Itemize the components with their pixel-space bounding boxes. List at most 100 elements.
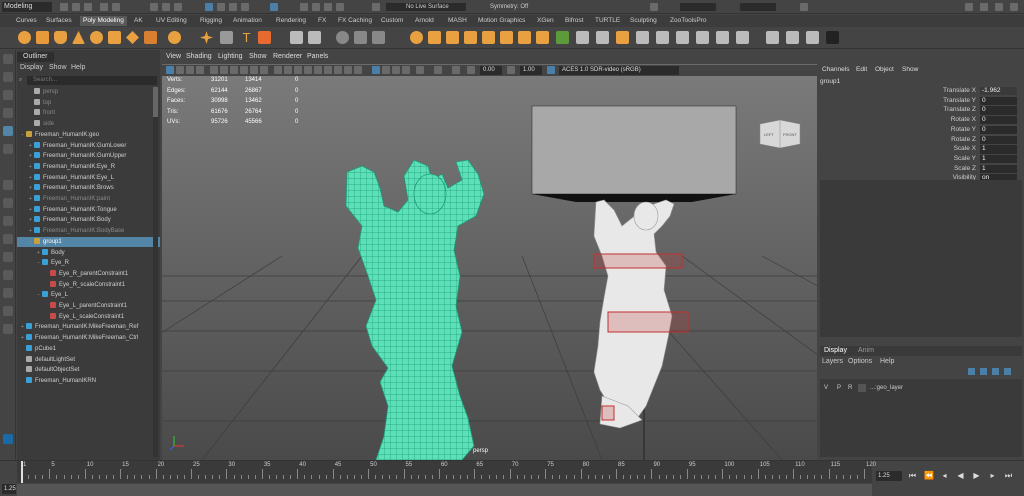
field-1[interactable]	[680, 3, 716, 11]
view-cube[interactable]: LEFT FRONT	[759, 119, 801, 149]
play-forwards-icon[interactable]: ▶	[972, 471, 981, 480]
set-script-icon[interactable]	[826, 31, 839, 44]
film-gate-icon[interactable]	[220, 66, 228, 74]
channel-row[interactable]: Translate Z 0	[818, 105, 1024, 115]
layer-name[interactable]: ...:geo_layer	[870, 383, 903, 393]
outliner-row[interactable]: + Freeman_HumanIK:GumUpper	[17, 151, 160, 162]
modeling-toolkit-icon[interactable]	[1010, 3, 1018, 11]
shelf-tab-mash[interactable]: MASH	[448, 16, 467, 26]
shelf-tab-uv-editing[interactable]: UV Editing	[156, 16, 187, 26]
smooth-shade-icon[interactable]	[284, 66, 292, 74]
channel-row[interactable]: Scale Y 1	[818, 154, 1024, 164]
slide-edge-icon[interactable]	[656, 31, 669, 44]
channel-name[interactable]: Rotate Y	[951, 125, 976, 135]
timeline-ruler[interactable]: 1 5 10 15 20 25 30 35 40 45 50 55 60 65 70 75 80 85 90 95 10…	[17, 461, 876, 483]
open-scene-icon[interactable]	[72, 3, 80, 11]
shelf-tab-motion-graphics[interactable]: Motion Graphics	[478, 16, 525, 26]
outliner-row[interactable]: + Freeman_HumanIK:Eye_R	[17, 162, 160, 173]
layer-menu-help[interactable]: Help	[880, 358, 894, 365]
channel-name[interactable]: Translate X	[943, 86, 976, 96]
viewport-menu-view[interactable]: View	[166, 53, 181, 60]
current-time-marker[interactable]	[21, 461, 23, 483]
multi-cut-icon[interactable]	[556, 31, 569, 44]
shelf-tab-zootoolspro[interactable]: ZooToolsPro	[670, 16, 707, 26]
channel-menu-show[interactable]: Show	[902, 66, 918, 73]
render-icon[interactable]	[300, 3, 308, 11]
outliner-row[interactable]: + Freeman_HumanIK:GumLower	[17, 141, 160, 152]
channel-row[interactable]: Scale Z 1	[818, 164, 1024, 174]
outliner-scroll-thumb[interactable]	[153, 87, 158, 117]
select-camera-icon[interactable]	[166, 66, 174, 74]
snap-grid-icon[interactable]	[205, 3, 213, 11]
menu-set-selector[interactable]: Modeling	[2, 2, 52, 12]
sidebar-icon[interactable]	[650, 3, 658, 11]
layer-playback-toggle[interactable]: P	[837, 383, 841, 393]
outliner-row[interactable]: − Freeman_HumanIK:geo	[17, 130, 160, 141]
step-back-frame-icon[interactable]: ◂	[940, 471, 949, 480]
sculpt-brush-icon[interactable]	[766, 31, 779, 44]
smooth-icon[interactable]	[336, 31, 349, 44]
rotate-tool-icon[interactable]	[3, 126, 13, 136]
channel-name[interactable]: Scale Z	[954, 164, 976, 174]
field-2[interactable]	[740, 3, 776, 11]
svg-icon[interactable]	[258, 31, 271, 44]
tool-settings-icon[interactable]	[965, 3, 973, 11]
select-tool-icon[interactable]	[3, 54, 13, 64]
outliner-row[interactable]: pCube1	[17, 344, 160, 355]
channel-row[interactable]: Translate X -1.962	[818, 86, 1024, 96]
ssao-icon[interactable]	[334, 66, 342, 74]
viewport-menu-shading[interactable]: Shading	[186, 53, 212, 60]
outliner-row[interactable]: + Freeman_HumanIK:Brows	[17, 183, 160, 194]
exposure-field[interactable]: 0.00	[480, 66, 502, 75]
type-icon[interactable]: T	[240, 31, 253, 44]
viewport-panel[interactable]: View Shading Lighting Show Renderer Pane…	[162, 50, 817, 460]
paint-select-tool-icon[interactable]	[3, 90, 13, 100]
layer-move-down-icon[interactable]	[1004, 368, 1011, 375]
channel-menu-channels[interactable]: Channels	[822, 66, 849, 73]
shelf-tab-ak[interactable]: AK	[134, 16, 143, 26]
lasso-tool-icon[interactable]	[3, 72, 13, 82]
motion-blur-icon[interactable]	[344, 66, 352, 74]
select-component-icon[interactable]	[174, 3, 182, 11]
wireframe-head[interactable]	[413, 173, 447, 215]
channel-name[interactable]: Translate Y	[943, 96, 976, 106]
soft-select-icon[interactable]	[806, 31, 819, 44]
channel-value-field[interactable]: 0	[980, 135, 1017, 144]
select-object-icon[interactable]	[162, 3, 170, 11]
outliner-row[interactable]: − Eye_R	[17, 258, 160, 269]
viewport-menu-renderer[interactable]: Renderer	[273, 53, 302, 60]
outliner-row[interactable]: defaultObjectSet	[17, 365, 160, 376]
shadows-icon[interactable]	[324, 66, 332, 74]
edge-loop-icon[interactable]	[596, 31, 609, 44]
xray-icon[interactable]	[382, 66, 390, 74]
poly-disc-icon[interactable]	[126, 31, 139, 44]
insert-loop-icon[interactable]	[636, 31, 649, 44]
outliner-row[interactable]: − Eye_L	[17, 290, 160, 301]
poly-cone-icon[interactable]	[72, 31, 85, 44]
outliner-row[interactable]: Freeman_HumanIKRN	[17, 376, 160, 387]
booleans-icon[interactable]	[354, 31, 367, 44]
layer-color-swatch[interactable]	[858, 384, 866, 392]
anti-alias-icon[interactable]	[354, 66, 362, 74]
shelf-tab-surfaces[interactable]: Surfaces	[46, 16, 72, 26]
text-tool-icon[interactable]	[220, 31, 233, 44]
layout-four-icon[interactable]	[3, 198, 13, 208]
layer-new-selected-icon[interactable]	[980, 368, 987, 375]
super-shape-icon[interactable]	[168, 31, 181, 44]
snap-curve-icon[interactable]	[217, 3, 225, 11]
layer-tab-anim[interactable]: Anim	[858, 347, 874, 354]
shelf-tab-bifrost[interactable]: Bifrost	[565, 16, 583, 26]
shelf-tab-fx[interactable]: FX	[318, 16, 326, 26]
symmetry-field[interactable]: Symmetry: Off	[490, 3, 550, 11]
layout-node-icon[interactable]	[3, 288, 13, 298]
layer-menu-layers[interactable]: Layers	[822, 358, 843, 365]
outliner-row[interactable]: + Freeman_HumanIK:paint	[17, 194, 160, 205]
pcube-object[interactable]	[531, 105, 737, 195]
channel-value-field[interactable]: 1	[980, 164, 1017, 173]
new-scene-icon[interactable]	[60, 3, 68, 11]
channel-name[interactable]: Scale X	[954, 144, 976, 154]
shelf-tab-rendering[interactable]: Rendering	[276, 16, 306, 26]
outliner-row[interactable]: top	[17, 98, 160, 109]
channel-value-field[interactable]: 0	[980, 96, 1017, 106]
step-back-key-icon[interactable]: ⏪	[924, 471, 934, 480]
